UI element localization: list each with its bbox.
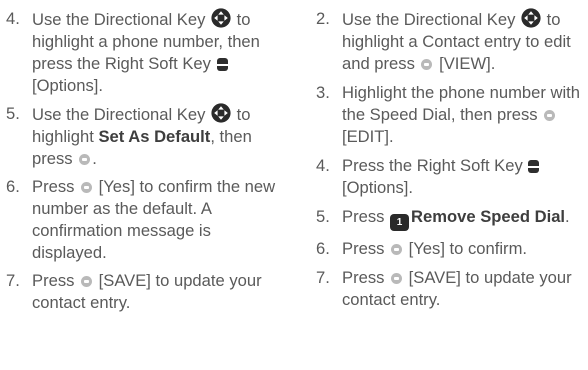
list-item: 6. Press [Yes] to confirm the new number…	[6, 176, 284, 264]
list-item: 2. Use the Directional Key to highlight …	[316, 8, 584, 75]
ok-key-icon	[79, 154, 91, 165]
ok-key-icon	[391, 273, 403, 284]
step-text: Press [SAVE] to update your contact entr…	[32, 271, 262, 312]
right-soft-key-icon	[528, 160, 540, 173]
list-item: 7. Press [SAVE] to update your contact e…	[316, 267, 584, 311]
list-item: 3. Highlight the phone number with the S…	[316, 82, 584, 148]
list-item: 5. Press 1 Remove Speed Dial.	[316, 206, 584, 231]
left-column: 4. Use the Directional Key to highlight …	[6, 8, 284, 314]
step-text: Press [Yes] to confirm.	[342, 239, 528, 258]
step-number: 7.	[6, 271, 20, 290]
menu-option-set-as-default: Set As Default	[98, 127, 211, 146]
ok-key-icon	[544, 110, 556, 121]
step-number: 4.	[6, 9, 20, 28]
step-text: Press [SAVE] to update your contact entr…	[342, 268, 572, 309]
step-number: 6.	[316, 239, 330, 258]
menu-option-remove-speed-dial: Remove Speed Dial	[411, 207, 566, 226]
step-number: 5.	[6, 104, 20, 123]
step-number: 2.	[316, 9, 330, 28]
voicemail-1-key-icon: 1	[390, 214, 410, 231]
list-item: 4. Press the Right Soft Key [Options].	[316, 155, 584, 199]
ok-key-icon	[81, 276, 93, 287]
list-item: 7. Press [SAVE] to update your contact e…	[6, 270, 284, 314]
list-item: 5. Use the Directional Key to highlight …	[6, 103, 284, 170]
step-text: Press the Right Soft Key [Options].	[342, 155, 584, 199]
step-number: 3.	[316, 83, 330, 102]
step-text: Press 1 Remove Speed Dial.	[342, 206, 584, 231]
step-number: 6.	[6, 177, 20, 196]
step-text: Press [Yes] to confirm the new number as…	[32, 177, 276, 262]
ok-key-icon	[391, 244, 403, 255]
list-item: 6. Press [Yes] to confirm.	[316, 238, 584, 260]
right-soft-key-icon	[216, 58, 228, 71]
ok-key-icon	[421, 59, 433, 70]
step-text: Use the Directional Key to highlight a p…	[32, 8, 260, 95]
ok-key-icon	[81, 182, 93, 193]
step-number: 4.	[316, 156, 330, 175]
directional-key-icon	[211, 103, 231, 123]
step-text: Highlight the phone number with the Spee…	[342, 83, 580, 146]
step-number: 5.	[316, 207, 330, 226]
directional-key-icon	[211, 8, 231, 28]
step-number: 7.	[316, 268, 330, 287]
step-text: Use the Directional Key to highlight a C…	[342, 8, 571, 73]
right-column: 2. Use the Directional Key to highlight …	[316, 8, 584, 311]
directional-key-icon	[521, 8, 541, 28]
list-item: 4. Use the Directional Key to highlight …	[6, 8, 284, 97]
step-text: Use the Directional Key to highlight Set…	[32, 103, 252, 168]
